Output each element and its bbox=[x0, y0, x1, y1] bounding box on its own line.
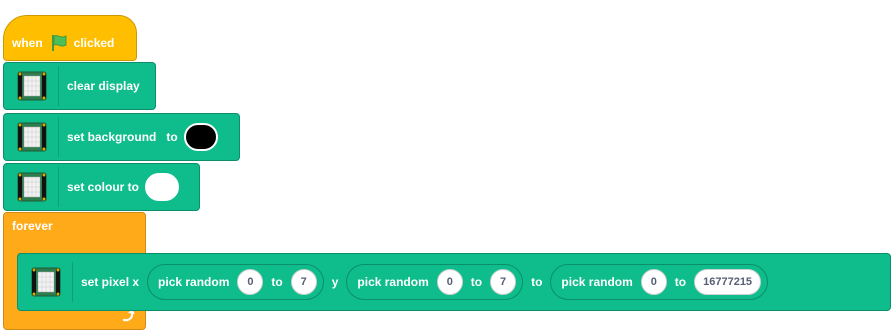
set-background-block[interactable]: set background to bbox=[3, 113, 240, 161]
random-x-to-input[interactable]: 7 bbox=[290, 269, 317, 295]
set-colour-block[interactable]: set colour to bbox=[3, 163, 200, 211]
random-to-label: to bbox=[271, 275, 283, 289]
random-color-from-input[interactable]: 0 bbox=[640, 269, 667, 295]
pick-random-label: pick random bbox=[561, 275, 633, 289]
random-y-from-input[interactable]: 0 bbox=[436, 269, 463, 295]
set-background-to-label: to bbox=[166, 130, 178, 144]
sense-hat-board-icon bbox=[26, 262, 73, 302]
pick-random-x-reporter[interactable]: pick random 0 to 7 bbox=[147, 264, 324, 300]
forever-block[interactable]: forever bbox=[3, 212, 146, 254]
random-y-to-input[interactable]: 7 bbox=[490, 269, 517, 295]
pick-random-label: pick random bbox=[158, 275, 230, 289]
scripts-area: when clicked clear display set backgroun… bbox=[0, 0, 891, 330]
random-x-from-input[interactable]: 0 bbox=[237, 269, 264, 295]
random-to-label: to bbox=[470, 275, 483, 289]
green-flag-icon bbox=[51, 35, 67, 51]
sense-hat-board-icon bbox=[12, 66, 59, 106]
to-label: to bbox=[531, 275, 543, 289]
random-color-to-input[interactable]: 16777215 bbox=[694, 269, 762, 295]
when-label: when bbox=[12, 36, 43, 50]
set-background-label: set background bbox=[67, 130, 157, 144]
pick-random-y-reporter[interactable]: pick random 0 to 7 bbox=[346, 264, 524, 300]
colour-color-picker[interactable] bbox=[145, 173, 180, 201]
background-color-picker[interactable] bbox=[183, 123, 218, 151]
sense-hat-board-icon bbox=[12, 117, 59, 157]
clicked-label: clicked bbox=[73, 36, 115, 50]
pick-random-color-reporter[interactable]: pick random 0 to 16777215 bbox=[550, 264, 769, 300]
set-pixel-block[interactable]: set pixel x pick random 0 to 7 y pick ra… bbox=[17, 253, 891, 311]
sense-hat-board-icon bbox=[12, 167, 59, 207]
y-label: y bbox=[331, 275, 339, 289]
random-to-label: to bbox=[674, 275, 687, 289]
forever-arm bbox=[3, 252, 18, 302]
set-colour-label: set colour to bbox=[67, 180, 140, 194]
set-pixel-label: set pixel x bbox=[81, 275, 140, 289]
clear-display-block[interactable]: clear display bbox=[3, 62, 156, 110]
forever-label: forever bbox=[12, 219, 53, 233]
when-flag-clicked-block[interactable]: when clicked bbox=[3, 15, 137, 61]
pick-random-label: pick random bbox=[357, 275, 429, 289]
clear-display-label: clear display bbox=[67, 79, 140, 93]
